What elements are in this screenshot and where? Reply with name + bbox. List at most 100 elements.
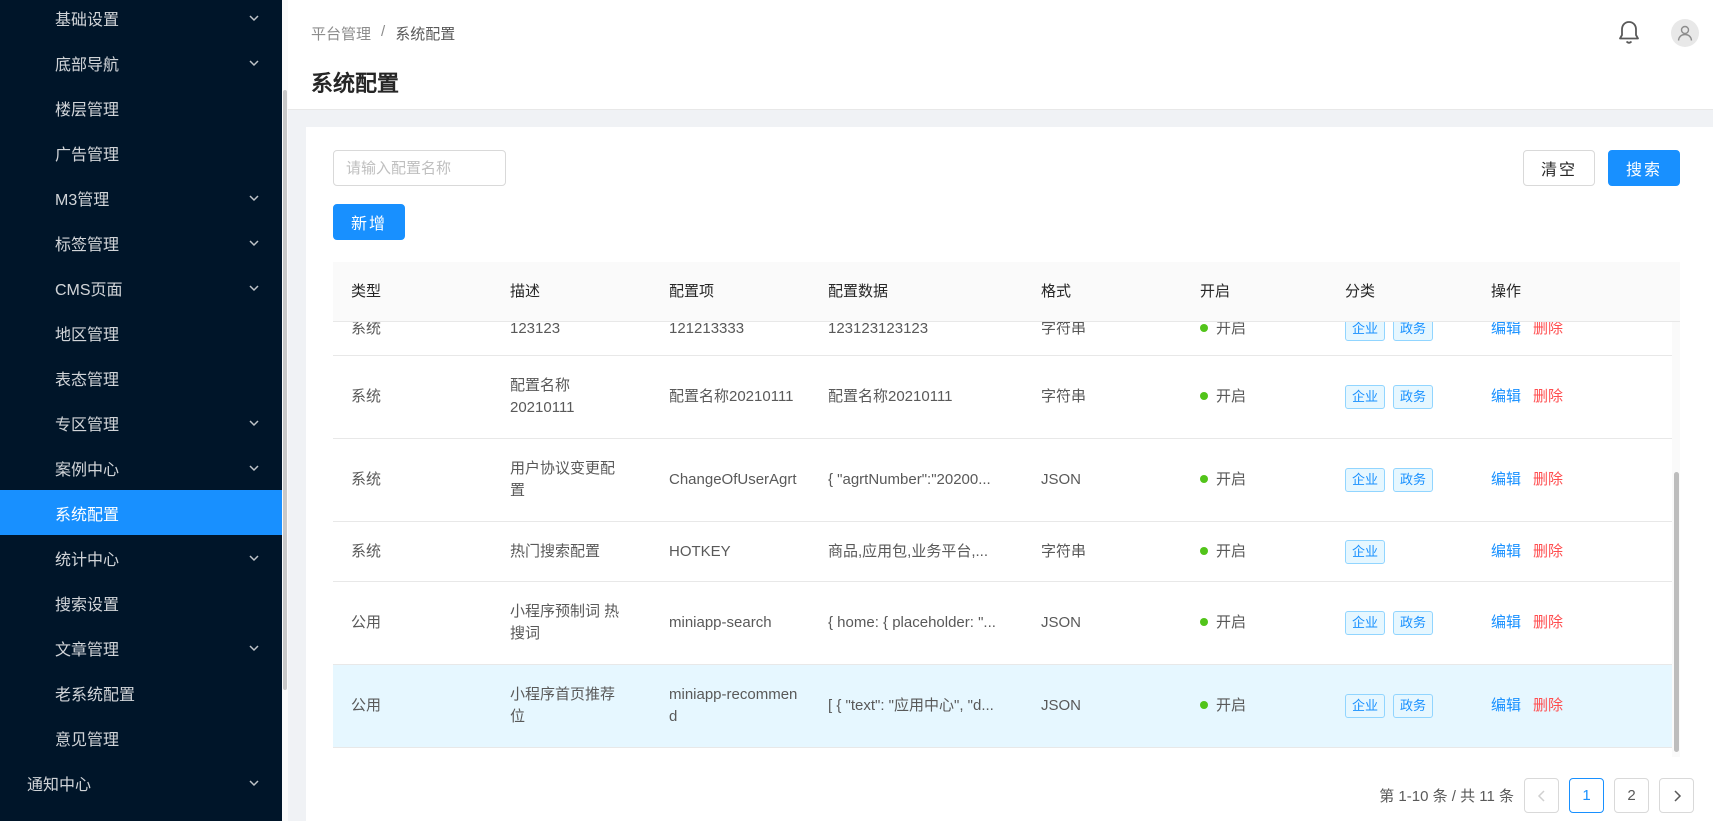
table-row[interactable]: 系统 用户协议变更配置 ChangeOfUserAgrt { "agrtNumber"…	[333, 439, 1672, 522]
cell-type: 公用	[351, 614, 382, 631]
table-scrollbar[interactable]	[1672, 322, 1680, 757]
cell-data: [ { "text": "应用中心", "d...	[828, 697, 994, 714]
chevron-down-icon	[249, 554, 259, 561]
delete-link[interactable]: 删除	[1533, 388, 1563, 405]
cell-data: 商品,应用包,业务平台,...	[828, 542, 989, 560]
cell-actions: 编辑 删除	[1473, 386, 1672, 408]
edit-link[interactable]: 编辑	[1491, 388, 1521, 405]
sidebar-item-3[interactable]: 广告管理	[0, 130, 282, 175]
search-button[interactable]: 搜索	[1608, 150, 1680, 186]
chevron-down-icon	[249, 14, 259, 21]
edit-link[interactable]: 编辑	[1491, 322, 1521, 337]
delete-link[interactable]: 删除	[1533, 471, 1563, 488]
category-tag: 政务	[1393, 694, 1434, 718]
sidebar-item-0[interactable]: 基础设置	[0, 0, 282, 40]
cell-format: 字符串	[1041, 388, 1087, 405]
sidebar-item-label: 通知中心	[27, 776, 92, 794]
table-row[interactable]: 公用 小程序预制词 热搜词 miniapp-search { home: { plac…	[333, 582, 1672, 665]
sidebar-item-8[interactable]: 表态管理	[0, 355, 282, 400]
sidebar-item-label: 基础设置	[55, 11, 120, 29]
chevron-down-icon	[249, 464, 259, 471]
category-tag: 企业	[1345, 611, 1386, 635]
sidebar-item-7[interactable]: 地区管理	[0, 310, 282, 355]
chevron-down-icon	[249, 194, 259, 201]
cell-format: JSON	[1041, 614, 1082, 631]
table-row[interactable]: 公用 小程序首页推荐位 miniapp-recommend [ { "text": "…	[333, 665, 1672, 748]
sidebar-item-10[interactable]: 案例中心	[0, 445, 282, 490]
page-number-list: 12	[1569, 778, 1649, 813]
sidebar-item-label: 标签管理	[55, 236, 120, 254]
avatar[interactable]	[1671, 19, 1699, 47]
edit-link[interactable]: 编辑	[1491, 543, 1521, 560]
sidebar-item-2[interactable]: 楼层管理	[0, 85, 282, 130]
prev-page-button[interactable]	[1524, 778, 1559, 813]
table-scrollbar-thumb[interactable]	[1674, 472, 1679, 752]
chevron-down-icon	[249, 284, 259, 291]
sidebar-item-9[interactable]: 专区管理	[0, 400, 282, 445]
sidebar-item-12[interactable]: 统计中心	[0, 535, 282, 580]
cell-desc: 热门搜索配置	[510, 542, 601, 560]
delete-link[interactable]: 删除	[1533, 614, 1563, 631]
sidebar-item-label: 意见管理	[55, 731, 120, 749]
sidebar-item-1[interactable]: 底部导航	[0, 40, 282, 85]
delete-link[interactable]: 删除	[1533, 543, 1563, 560]
category-tag: 企业	[1345, 322, 1386, 341]
sidebar-item-label: 专区管理	[55, 416, 120, 434]
table-row[interactable]: 系统 配置名称20210111 配置名称20210111 配置名称20210111 字符…	[333, 356, 1672, 439]
delete-link[interactable]: 删除	[1533, 697, 1563, 714]
edit-link[interactable]: 编辑	[1491, 471, 1521, 488]
sidebar-item-6[interactable]: CMS页面	[0, 265, 282, 310]
table-row[interactable]: 系统 123123 121213333 123123123123 字符串 开启 企业 政务 编辑…	[333, 322, 1672, 356]
status-text: 开启	[1216, 614, 1247, 631]
cell-desc: 小程序预制词 热搜词	[510, 603, 620, 642]
cell-data: { home: { placeholder: "...	[828, 614, 996, 631]
sidebar-scrollbar-thumb[interactable]	[283, 90, 287, 690]
column-header-type: 类型	[351, 282, 382, 300]
status-text: 开启	[1216, 542, 1247, 560]
page-header: 平台管理 / 系统配置 系统配置	[288, 0, 1713, 110]
cell-actions: 编辑 删除	[1473, 541, 1672, 563]
page-1-button[interactable]: 1	[1569, 778, 1604, 813]
delete-link[interactable]: 删除	[1533, 322, 1563, 337]
status-text: 开启	[1216, 322, 1247, 337]
sidebar-item-14[interactable]: 文章管理	[0, 625, 282, 670]
category-tag: 政务	[1393, 322, 1434, 341]
sidebar-item-17[interactable]: 通知中心	[0, 760, 282, 805]
bell-icon[interactable]	[1617, 20, 1641, 46]
breadcrumb-item-current: 系统配置	[395, 26, 456, 43]
sidebar-item-16[interactable]: 意见管理	[0, 715, 282, 760]
sidebar-item-4[interactable]: M3管理	[0, 175, 282, 220]
breadcrumb-item-platform[interactable]: 平台管理	[311, 23, 371, 44]
clear-button[interactable]: 清空	[1523, 150, 1595, 186]
sidebar-item-5[interactable]: 标签管理	[0, 220, 282, 265]
sidebar-item-11[interactable]: 系统配置	[0, 490, 282, 535]
next-page-button[interactable]	[1659, 778, 1694, 813]
table-row[interactable]: 系统 热门搜索配置 HOTKEY 商品,应用包,业务平台,... 字符串 开启 企业 编辑 删除	[333, 522, 1672, 582]
sidebar-item-label: 表态管理	[55, 371, 120, 389]
status-dot-icon	[1200, 475, 1208, 484]
sidebar-item-13[interactable]: 搜索设置	[0, 580, 282, 625]
cell-data: { "agrtNumber":"20200...	[828, 471, 991, 488]
config-name-search-input[interactable]	[333, 150, 506, 186]
sidebar-item-15[interactable]: 老系统配置	[0, 670, 282, 715]
sidebar-item-label: 地区管理	[55, 326, 120, 344]
config-table: 类型 描述 配置项 配置数据 格式 开启 分类 操作 系统 123123 12121…	[333, 262, 1680, 757]
add-button[interactable]: 新增	[333, 204, 405, 240]
column-header-desc: 描述	[510, 282, 541, 300]
column-header-status: 开启	[1200, 282, 1231, 300]
cell-status: 开启	[1182, 541, 1327, 563]
cell-desc: 配置名称20210111	[510, 377, 575, 416]
sidebar-item-label: 搜索设置	[55, 596, 120, 614]
sidebar-scrollbar[interactable]	[282, 0, 288, 821]
sidebar-item-label: 统计中心	[55, 551, 120, 569]
sidebar-item-label: 底部导航	[55, 56, 120, 74]
page-2-button[interactable]: 2	[1614, 778, 1649, 813]
breadcrumb-separator: /	[381, 23, 386, 40]
edit-link[interactable]: 编辑	[1491, 614, 1521, 631]
cell-type: 系统	[351, 471, 382, 488]
cell-type: 公用	[351, 697, 382, 714]
sidebar-menu: 基础设置底部导航楼层管理 广告管理 M3管理标签管理 CMS页面地区管理表态管理专区管…	[0, 0, 282, 805]
cell-actions: 编辑 删除	[1473, 612, 1672, 634]
chevron-down-icon	[249, 779, 259, 786]
edit-link[interactable]: 编辑	[1491, 697, 1521, 714]
